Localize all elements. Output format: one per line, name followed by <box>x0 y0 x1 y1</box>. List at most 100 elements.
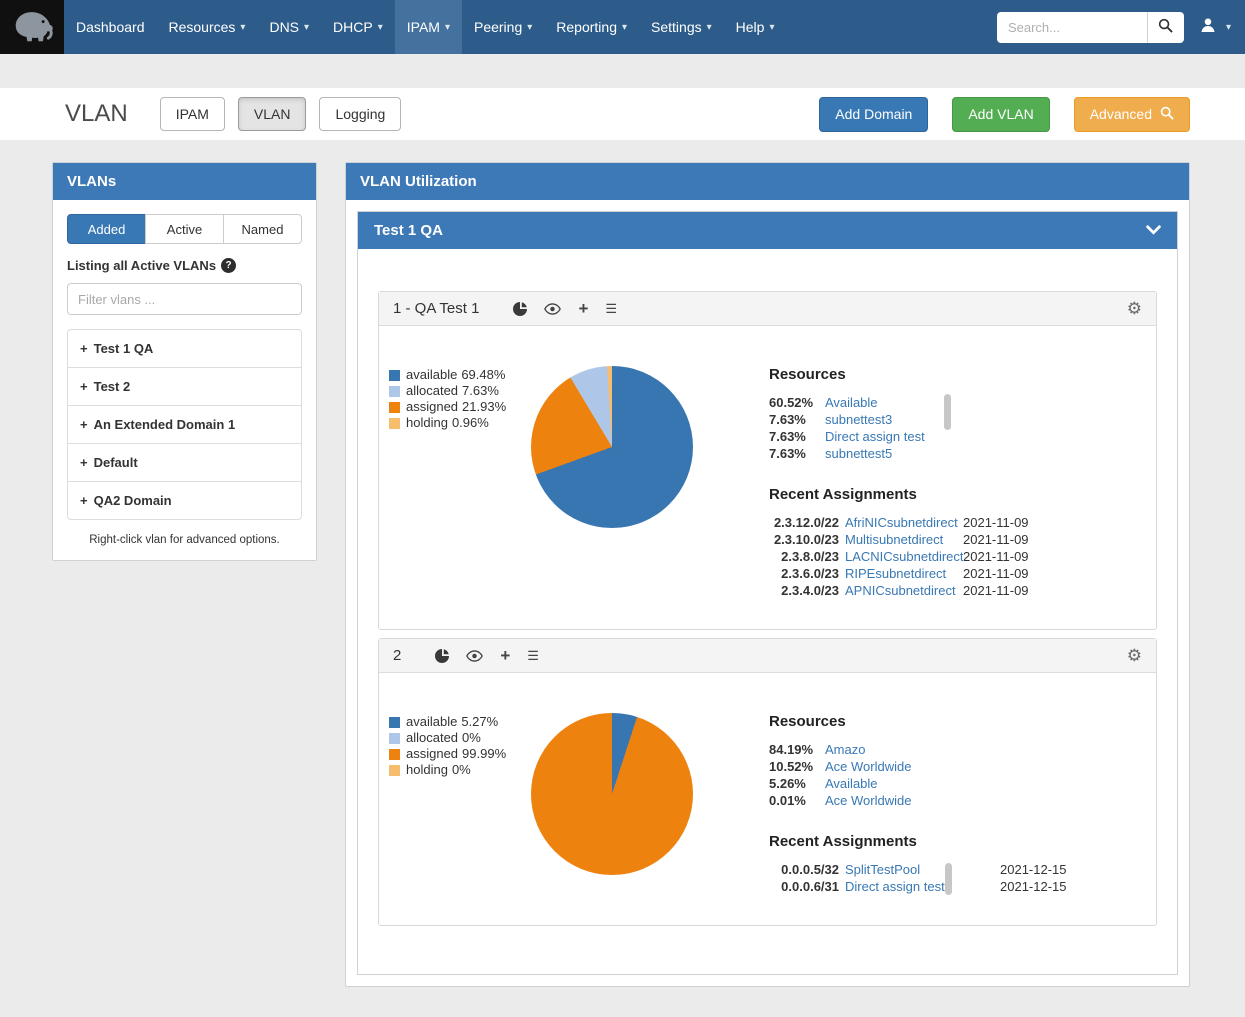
nav-item-help[interactable]: Help▾ <box>724 0 787 54</box>
legend-swatch <box>389 765 400 776</box>
vlan-toggle-added[interactable]: Added <box>67 214 146 244</box>
assignment-cidr: 2.3.8.0/23 <box>769 548 839 565</box>
assignment-row: 2.3.10.0/23Multisubnetdirect2021-11-09 <box>769 531 1142 548</box>
nav-item-peering[interactable]: Peering▾ <box>462 0 544 54</box>
assignment-link[interactable]: Multisubnetdirect <box>845 531 963 548</box>
resource-row: 84.19%Amazo <box>769 741 945 758</box>
resource-link[interactable]: Direct assign test <box>825 428 925 445</box>
expand-icon[interactable]: + <box>80 341 88 356</box>
caret-down-icon: ▾ <box>769 22 774 33</box>
expand-icon[interactable]: + <box>80 455 88 470</box>
pie-chart-icon[interactable] <box>435 649 449 663</box>
plus-icon[interactable]: + <box>500 650 510 661</box>
recent-assignments-list: 0.0.0.5/32SplitTestPool2021-12-150.0.0.6… <box>769 861 1142 895</box>
nav-item-dashboard[interactable]: Dashboard <box>64 0 157 54</box>
scrollbar-thumb[interactable] <box>944 394 951 430</box>
vlan-group-body: 1 - QA Test 1+☰⚙available69.48%allocated… <box>358 249 1177 974</box>
scrollbar-thumb[interactable] <box>945 863 952 895</box>
resource-percent: 0.01% <box>769 792 825 809</box>
resource-link[interactable]: Amazo <box>825 741 865 758</box>
nav-item-label: Dashboard <box>76 19 145 35</box>
assignment-date: 2021-11-09 <box>963 582 1029 599</box>
expand-icon[interactable]: + <box>80 379 88 394</box>
resource-link[interactable]: Available <box>825 394 878 411</box>
assignment-link[interactable]: AfriNICsubnetdirect <box>845 514 963 531</box>
chevron-down-icon[interactable] <box>1146 222 1161 239</box>
resource-link[interactable]: subnettest3 <box>825 411 892 428</box>
utilization-panel-body: Test 1 QA 1 - QA Test 1+☰⚙available69.48… <box>346 200 1189 986</box>
add-domain-button[interactable]: Add Domain <box>819 97 928 132</box>
nav-item-ipam[interactable]: IPAM▾ <box>395 0 462 54</box>
legend-value: 21.93% <box>462 400 506 414</box>
nav-item-reporting[interactable]: Reporting▾ <box>544 0 639 54</box>
utilization-pie-chart <box>531 366 693 528</box>
resource-link[interactable]: subnettest5 <box>825 445 892 462</box>
search-button[interactable] <box>1147 12 1184 43</box>
gear-icon[interactable]: ⚙ <box>1127 301 1142 316</box>
nav-item-dns[interactable]: DNS▾ <box>257 0 321 54</box>
assignment-cidr: 2.3.4.0/23 <box>769 582 839 599</box>
pie-chart-icon[interactable] <box>513 302 527 316</box>
assignment-row: 2.3.8.0/23LACNICsubnetdirect2021-11-09 <box>769 548 1142 565</box>
vlan-list-item[interactable]: +Test 2 <box>68 368 301 406</box>
listing-label-row: Listing all Active VLANs ? <box>67 258 302 273</box>
nav-item-settings[interactable]: Settings▾ <box>639 0 724 54</box>
vlan-name: Default <box>94 455 138 470</box>
assignment-date: 2021-11-09 <box>963 565 1029 582</box>
legend-value: 0.96% <box>452 416 489 430</box>
vlan-list-item[interactable]: +Test 1 QA <box>68 330 301 368</box>
resource-link[interactable]: Ace Worldwide <box>825 758 911 775</box>
vlan-list-item[interactable]: +An Extended Domain 1 <box>68 406 301 444</box>
assignment-link[interactable]: SplitTestPool <box>845 861 1000 878</box>
legend-row: available69.48% <box>389 368 529 382</box>
assignment-date: 2021-12-15 <box>1000 878 1067 895</box>
eye-icon[interactable] <box>544 303 561 315</box>
vlan-list-item[interactable]: + Default <box>68 444 301 482</box>
caret-down-icon: ▾ <box>1226 22 1231 33</box>
legend-value: 5.27% <box>461 715 498 729</box>
vlan-toggle-named[interactable]: Named <box>223 214 302 244</box>
resource-percent: 7.63% <box>769 411 825 428</box>
vlan-toggle-active[interactable]: Active <box>145 214 224 244</box>
add-vlan-button[interactable]: Add VLAN <box>952 97 1049 132</box>
eye-icon[interactable] <box>466 650 483 662</box>
plus-icon[interactable]: + <box>578 303 588 314</box>
nav-item-label: IPAM <box>407 19 440 35</box>
advanced-button[interactable]: Advanced <box>1074 97 1190 132</box>
user-menu[interactable]: ▾ <box>1200 17 1231 38</box>
assignment-cidr: 2.3.6.0/23 <box>769 565 839 582</box>
page-toolbar: VLAN IPAMVLANLogging Add DomainAdd VLANA… <box>0 88 1245 140</box>
vlan-filter-input[interactable] <box>67 283 302 315</box>
legend-swatch <box>389 717 400 728</box>
vlan-list-item[interactable]: +QA2 Domain <box>68 482 301 519</box>
expand-icon[interactable]: + <box>80 493 88 508</box>
app-logo[interactable] <box>0 0 64 54</box>
assignment-link[interactable]: APNICsubnetdirect <box>845 582 963 599</box>
tab-ipam[interactable]: IPAM <box>160 97 225 131</box>
resource-link[interactable]: Available <box>825 775 878 792</box>
help-icon[interactable]: ? <box>221 258 236 273</box>
expand-icon[interactable]: + <box>80 417 88 432</box>
legend-swatch <box>389 749 400 760</box>
tab-logging[interactable]: Logging <box>319 97 401 131</box>
vlans-panel: VLANs AddedActiveNamed Listing all Activ… <box>52 162 317 561</box>
resource-link[interactable]: Ace Worldwide <box>825 792 911 809</box>
menu-icon[interactable]: ☰ <box>605 302 617 315</box>
utilization-card: 2+☰⚙available5.27%allocated0%assigned99.… <box>378 638 1157 926</box>
tab-vlan[interactable]: VLAN <box>238 97 307 131</box>
assignment-date: 2021-11-09 <box>963 531 1029 548</box>
nav-item-resources[interactable]: Resources▾ <box>157 0 258 54</box>
legend-row: allocated7.63% <box>389 384 529 398</box>
vlan-group-header[interactable]: Test 1 QA <box>358 212 1177 249</box>
utilization-panel-title: VLAN Utilization <box>360 173 477 190</box>
gear-icon[interactable]: ⚙ <box>1127 648 1142 663</box>
elephant-logo-icon <box>10 7 54 48</box>
nav-item-dhcp[interactable]: DHCP▾ <box>321 0 395 54</box>
assignment-link[interactable]: RIPEsubnetdirect <box>845 565 963 582</box>
assignment-link[interactable]: Direct assign test <box>845 878 1000 895</box>
nav-item-label: Settings <box>651 19 702 35</box>
menu-icon[interactable]: ☰ <box>527 649 539 662</box>
vlans-panel-title: VLANs <box>67 173 116 190</box>
assignment-link[interactable]: LACNICsubnetdirect <box>845 548 963 565</box>
search-input[interactable] <box>997 12 1147 43</box>
